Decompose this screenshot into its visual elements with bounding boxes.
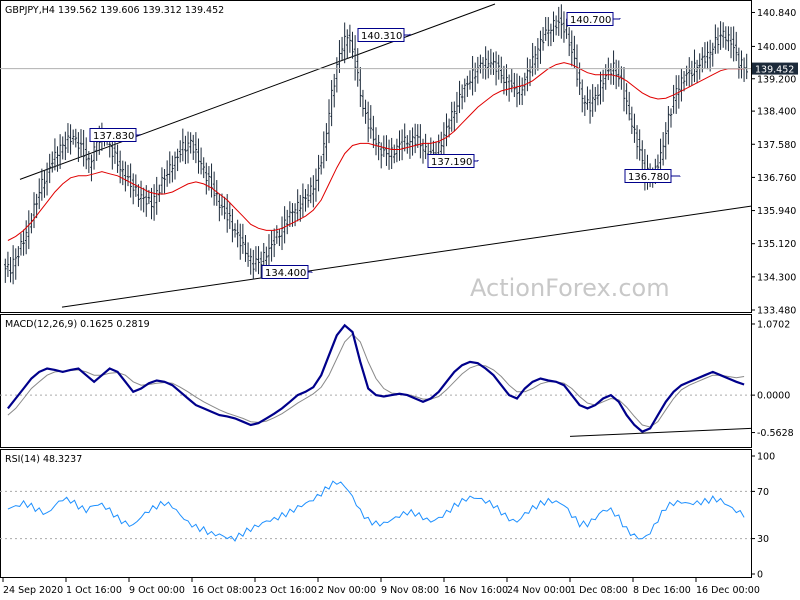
- rsi-tick-label: 0: [757, 570, 763, 581]
- annotation-label: 134.400: [265, 268, 306, 279]
- price-tick-label: 133.480: [757, 306, 796, 317]
- macd-tick-label: 0.0000: [757, 391, 790, 402]
- price-y-axis: 140.840 140.000 139.200 138.400 137.580 136.7…: [751, 8, 796, 317]
- price-tick-label: 138.400: [757, 107, 796, 118]
- price-tick-label: 135.940: [757, 206, 796, 217]
- x-tick-label: 1 Oct 16:00: [66, 585, 122, 596]
- x-tick-label: 9 Oct 00:00: [129, 585, 185, 596]
- x-tick-label: 8 Dec 16:00: [633, 585, 691, 596]
- x-tick-label: 23 Oct 16:00: [255, 585, 317, 596]
- x-tick-label: 1 Dec 08:00: [570, 585, 628, 596]
- rsi-tick-label: 100: [757, 452, 775, 463]
- price-tick-label: 137.580: [757, 140, 796, 151]
- x-tick-label: 16 Nov 16:00: [444, 585, 508, 596]
- rsi-tick-label: 30: [757, 534, 769, 545]
- x-tick-label: 16 Oct 08:00: [192, 585, 254, 596]
- price-tick-label: 136.760: [757, 173, 796, 184]
- price-tick-label: 140.840: [757, 8, 796, 19]
- symbol-header: GBPJPY,H4 139.562 139.606 139.312 139.45…: [5, 5, 224, 16]
- x-tick-label: 2 Nov 00:00: [318, 585, 376, 596]
- macd-tick-label: 1.0702: [757, 319, 790, 330]
- rsi-tick-label: 70: [757, 487, 769, 498]
- price-tick-label: 134.300: [757, 272, 796, 283]
- macd-tick-label: -0.5628: [757, 428, 794, 439]
- x-tick-label: 16 Dec 00:00: [696, 585, 760, 596]
- rsi-header: RSI(14) 48.3237: [5, 454, 82, 465]
- macd-header: MACD(12,26,9) 0.1625 0.2819: [5, 319, 150, 330]
- current-price-label: 139.452: [755, 65, 794, 76]
- x-tick-label: 24 Sep 2020: [3, 585, 63, 596]
- annotation-label: 137.830: [93, 131, 134, 142]
- annotation-label: 140.310: [361, 31, 402, 42]
- annotation-label: 136.780: [628, 172, 669, 183]
- annotation-label: 137.190: [431, 157, 472, 168]
- price-tick-label: 135.120: [757, 239, 796, 250]
- x-axis: 24 Sep 2020 1 Oct 16:00 9 Oct 00:00 16 Oct …: [2, 578, 760, 596]
- x-tick-label: 9 Nov 08:00: [381, 585, 439, 596]
- rsi-panel-frame: [0, 449, 752, 578]
- x-tick-label: 24 Nov 00:00: [507, 585, 571, 596]
- watermark: ActionForex.com: [470, 274, 670, 302]
- annotation-label: 140.700: [570, 15, 611, 26]
- gbpjpy-chart: ActionForex.com GBPJPY,H4 139.562 139.60…: [0, 0, 798, 596]
- price-tick-label: 140.000: [757, 42, 796, 53]
- price-tick-label: 139.200: [757, 74, 796, 85]
